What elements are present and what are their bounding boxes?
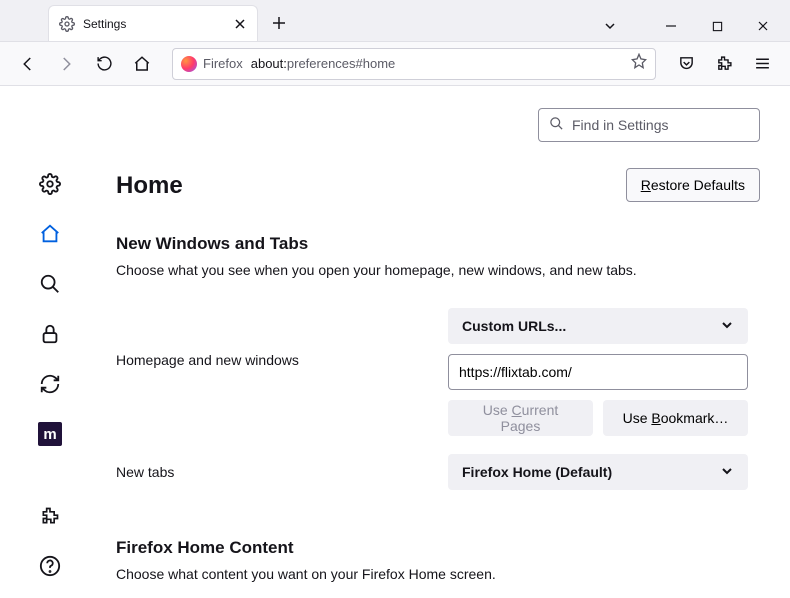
browser-tab[interactable]: Settings [48,5,258,41]
dropdown-value: Firefox Home (Default) [462,464,612,480]
use-current-pages-button: Use Current Pages [448,400,593,436]
new-tab-button[interactable] [264,8,294,38]
url-text: about:preferences#home [251,56,631,71]
chevron-down-icon [720,318,734,335]
close-button[interactable] [740,11,786,41]
sidebar-item-privacy[interactable] [30,314,70,354]
search-settings-input[interactable]: Find in Settings [538,108,760,142]
menu-button[interactable] [746,48,778,80]
use-bookmark-button[interactable]: Use Bookmark… [603,400,748,436]
tabs-dropdown-button[interactable] [592,11,628,41]
identity-box[interactable]: Firefox [181,56,243,72]
back-button[interactable] [12,48,44,80]
minimize-button[interactable] [648,11,694,41]
section-new-windows-heading: New Windows and Tabs [116,234,760,254]
identity-label: Firefox [203,56,243,71]
sidebar-item-help[interactable] [30,546,70,586]
homepage-url-input[interactable] [448,354,748,390]
m-icon: m [38,422,62,446]
chevron-down-icon [720,464,734,481]
homepage-label: Homepage and new windows [116,308,448,368]
extensions-button[interactable] [708,48,740,80]
sidebar-item-general[interactable] [30,164,70,204]
gear-icon [59,16,75,32]
newtabs-label: New tabs [116,464,448,480]
search-placeholder: Find in Settings [572,117,669,133]
maximize-button[interactable] [694,11,740,41]
homepage-mode-dropdown[interactable]: Custom URLs... [448,308,748,344]
sidebar-item-home[interactable] [30,214,70,254]
sidebar-item-sync[interactable] [30,364,70,404]
restore-defaults-button[interactable]: Restore Defaults [626,168,760,202]
section-home-content-desc: Choose what content you want on your Fir… [116,566,760,582]
home-button[interactable] [126,48,158,80]
section-new-windows-desc: Choose what you see when you open your h… [116,262,760,278]
reload-button[interactable] [88,48,120,80]
sidebar-item-more[interactable]: m [30,414,70,454]
section-home-content-heading: Firefox Home Content [116,538,760,558]
close-icon[interactable] [233,17,247,31]
dropdown-value: Custom URLs... [462,318,566,334]
sidebar-item-extensions[interactable] [30,496,70,536]
pocket-button[interactable] [670,48,702,80]
search-icon [549,116,564,134]
bookmark-star-icon[interactable] [631,53,647,74]
forward-button[interactable] [50,48,82,80]
newtabs-dropdown[interactable]: Firefox Home (Default) [448,454,748,490]
sidebar-item-search[interactable] [30,264,70,304]
firefox-icon [181,56,197,72]
tab-label: Settings [83,17,233,31]
url-bar[interactable]: Firefox about:preferences#home [172,48,656,80]
